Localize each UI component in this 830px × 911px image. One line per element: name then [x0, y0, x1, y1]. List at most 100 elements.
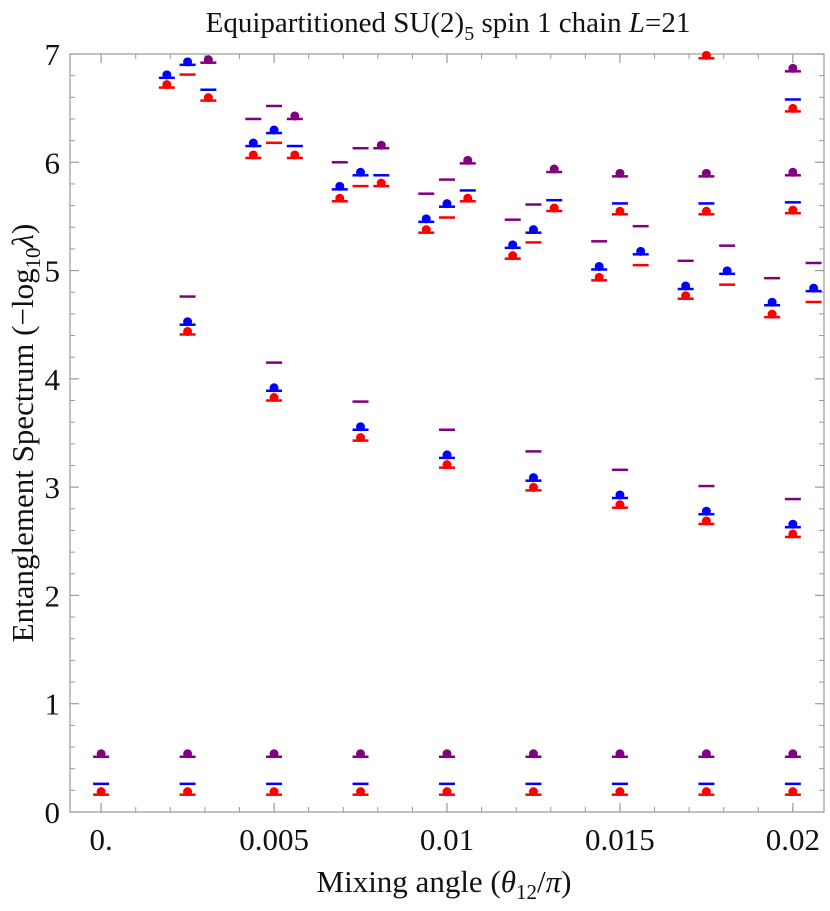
y-tick-label: 0 [45, 795, 61, 830]
data-point-red [266, 393, 283, 403]
level-dot [463, 155, 473, 165]
level-dot [335, 193, 345, 203]
level-dot [722, 266, 732, 276]
data-point-red [805, 300, 822, 304]
data-point-blue [784, 519, 801, 529]
data-point-purple [200, 55, 217, 65]
level-dot [528, 787, 538, 797]
level-dot [290, 111, 300, 121]
series-red [93, 50, 822, 797]
data-point-purple [611, 168, 628, 178]
data-point-purple [525, 749, 542, 759]
level-bar [179, 295, 196, 298]
level-bar [611, 782, 628, 786]
x-tick-label: 0.015 [585, 822, 655, 857]
level-dot [183, 57, 193, 67]
level-dot [290, 150, 300, 160]
level-dot [549, 203, 559, 213]
axis-tick-labels: 0. 0.005 0.01 0.015 0.02 0 1 2 3 4 5 6 7 [45, 37, 820, 857]
data-point-purple [331, 161, 348, 164]
level-dot [615, 490, 625, 500]
data-point-purple [373, 140, 390, 150]
data-point-red [266, 787, 283, 797]
data-point-blue [352, 167, 369, 177]
level-bar [266, 361, 283, 364]
level-dot [96, 787, 106, 797]
data-point-blue [352, 782, 369, 786]
level-bar [266, 141, 283, 145]
level-dot [248, 150, 258, 160]
level-dot [788, 529, 798, 539]
data-point-red [698, 516, 715, 526]
data-marks [93, 50, 822, 797]
level-dot [701, 168, 711, 178]
level-bar [632, 224, 649, 228]
data-point-purple [525, 203, 542, 206]
level-dot [528, 473, 538, 483]
level-bar [525, 203, 542, 206]
data-point-purple [286, 111, 303, 121]
level-dot [701, 516, 711, 526]
data-point-purple [504, 218, 521, 221]
data-point-purple [764, 276, 781, 280]
data-point-purple [611, 468, 628, 472]
data-point-blue [179, 782, 196, 786]
y-tick-label: 4 [45, 362, 61, 397]
level-dot [442, 460, 452, 470]
level-bar [352, 400, 369, 403]
level-bar [245, 117, 262, 121]
data-point-blue [439, 199, 455, 209]
data-point-red [784, 205, 801, 215]
level-bar [93, 782, 110, 786]
level-bar [784, 98, 801, 101]
level-bar [784, 201, 801, 204]
level-bar [805, 300, 822, 304]
data-point-blue [245, 138, 262, 148]
level-dot [183, 749, 193, 759]
level-dot [269, 125, 279, 135]
level-bar [331, 161, 348, 164]
data-point-red [611, 787, 628, 797]
data-point-red [331, 193, 348, 203]
level-bar [698, 202, 715, 205]
data-point-blue [698, 782, 715, 786]
level-dot [356, 422, 366, 432]
level-bar [439, 216, 455, 219]
level-dot [701, 206, 711, 216]
data-point-purple [784, 167, 801, 177]
level-bar [784, 497, 801, 501]
data-point-purple [439, 749, 455, 759]
level-bar [459, 189, 476, 192]
level-bar [439, 178, 455, 181]
data-point-purple [784, 749, 801, 759]
data-point-purple [93, 749, 110, 759]
level-dot [162, 80, 172, 90]
data-point-blue [266, 383, 283, 393]
level-bar [546, 198, 563, 202]
level-dot [356, 433, 366, 443]
data-point-red [719, 283, 736, 286]
data-point-purple [352, 749, 369, 759]
level-dot [701, 749, 711, 759]
level-bar [352, 184, 369, 188]
data-point-red [459, 193, 476, 203]
level-bar [698, 484, 715, 488]
chart-figure: Equipartitioned SU(2)5 spin 1 chain L=21… [0, 0, 830, 906]
level-dot [508, 240, 518, 250]
data-point-red [784, 103, 801, 113]
level-dot [356, 167, 366, 177]
level-dot [335, 181, 345, 191]
data-point-purple [439, 428, 455, 432]
level-dot [183, 317, 193, 327]
level-bar [525, 782, 542, 786]
level-bar [784, 782, 801, 786]
level-dot [442, 787, 452, 797]
series-blue [93, 57, 822, 786]
data-point-blue [158, 70, 175, 80]
data-point-blue [352, 422, 369, 432]
level-dot [269, 393, 279, 403]
data-point-purple [719, 244, 736, 247]
data-point-purple [546, 164, 563, 174]
x-tick-label: 0.005 [239, 822, 309, 857]
level-bar [677, 259, 694, 263]
